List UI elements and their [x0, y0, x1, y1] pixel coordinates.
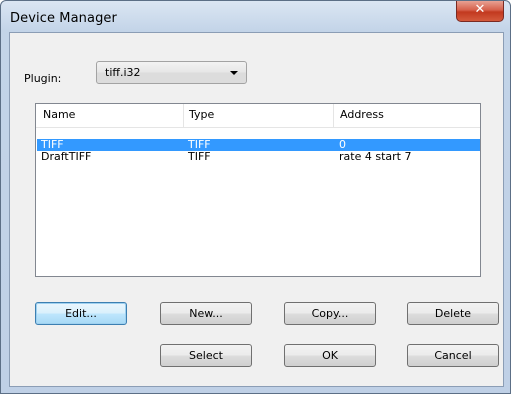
chevron-down-icon	[230, 71, 238, 75]
column-header-address[interactable]: Address	[334, 104, 480, 127]
list-item[interactable]: DraftTIFF TIFF rate 4 start 7	[37, 151, 480, 163]
column-header-name[interactable]: Name	[36, 104, 183, 127]
device-manager-window: Device Manager ✕ Plugin: tiff.i32 Name T…	[0, 0, 511, 394]
window-title: Device Manager	[10, 11, 117, 26]
list-item[interactable]: TIFF TIFF 0	[37, 139, 480, 151]
column-header-type[interactable]: Type	[184, 104, 333, 127]
plugin-label: Plugin:	[24, 72, 62, 85]
close-icon: ✕	[474, 2, 486, 17]
list-header: Name Type Address	[36, 104, 480, 128]
copy-button[interactable]: Copy...	[284, 302, 376, 325]
dialog-client-area: Plugin: tiff.i32 Name Type Address TIFF …	[9, 32, 504, 387]
new-button[interactable]: New...	[160, 302, 252, 325]
plugin-dropdown-value: tiff.i32	[105, 66, 141, 79]
row-address: rate 4 start 7	[339, 150, 412, 163]
cancel-button[interactable]: Cancel	[407, 344, 499, 367]
select-button[interactable]: Select	[160, 344, 252, 367]
ok-button[interactable]: OK	[284, 344, 376, 367]
row-type: TIFF	[188, 150, 211, 163]
close-button[interactable]: ✕	[456, 1, 504, 22]
delete-button[interactable]: Delete	[407, 302, 499, 325]
row-name: DraftTIFF	[41, 150, 92, 163]
device-list[interactable]: Name Type Address TIFF TIFF 0 DraftTIFF …	[35, 103, 481, 277]
plugin-dropdown[interactable]: tiff.i32	[96, 61, 247, 84]
edit-button[interactable]: Edit...	[35, 302, 127, 325]
